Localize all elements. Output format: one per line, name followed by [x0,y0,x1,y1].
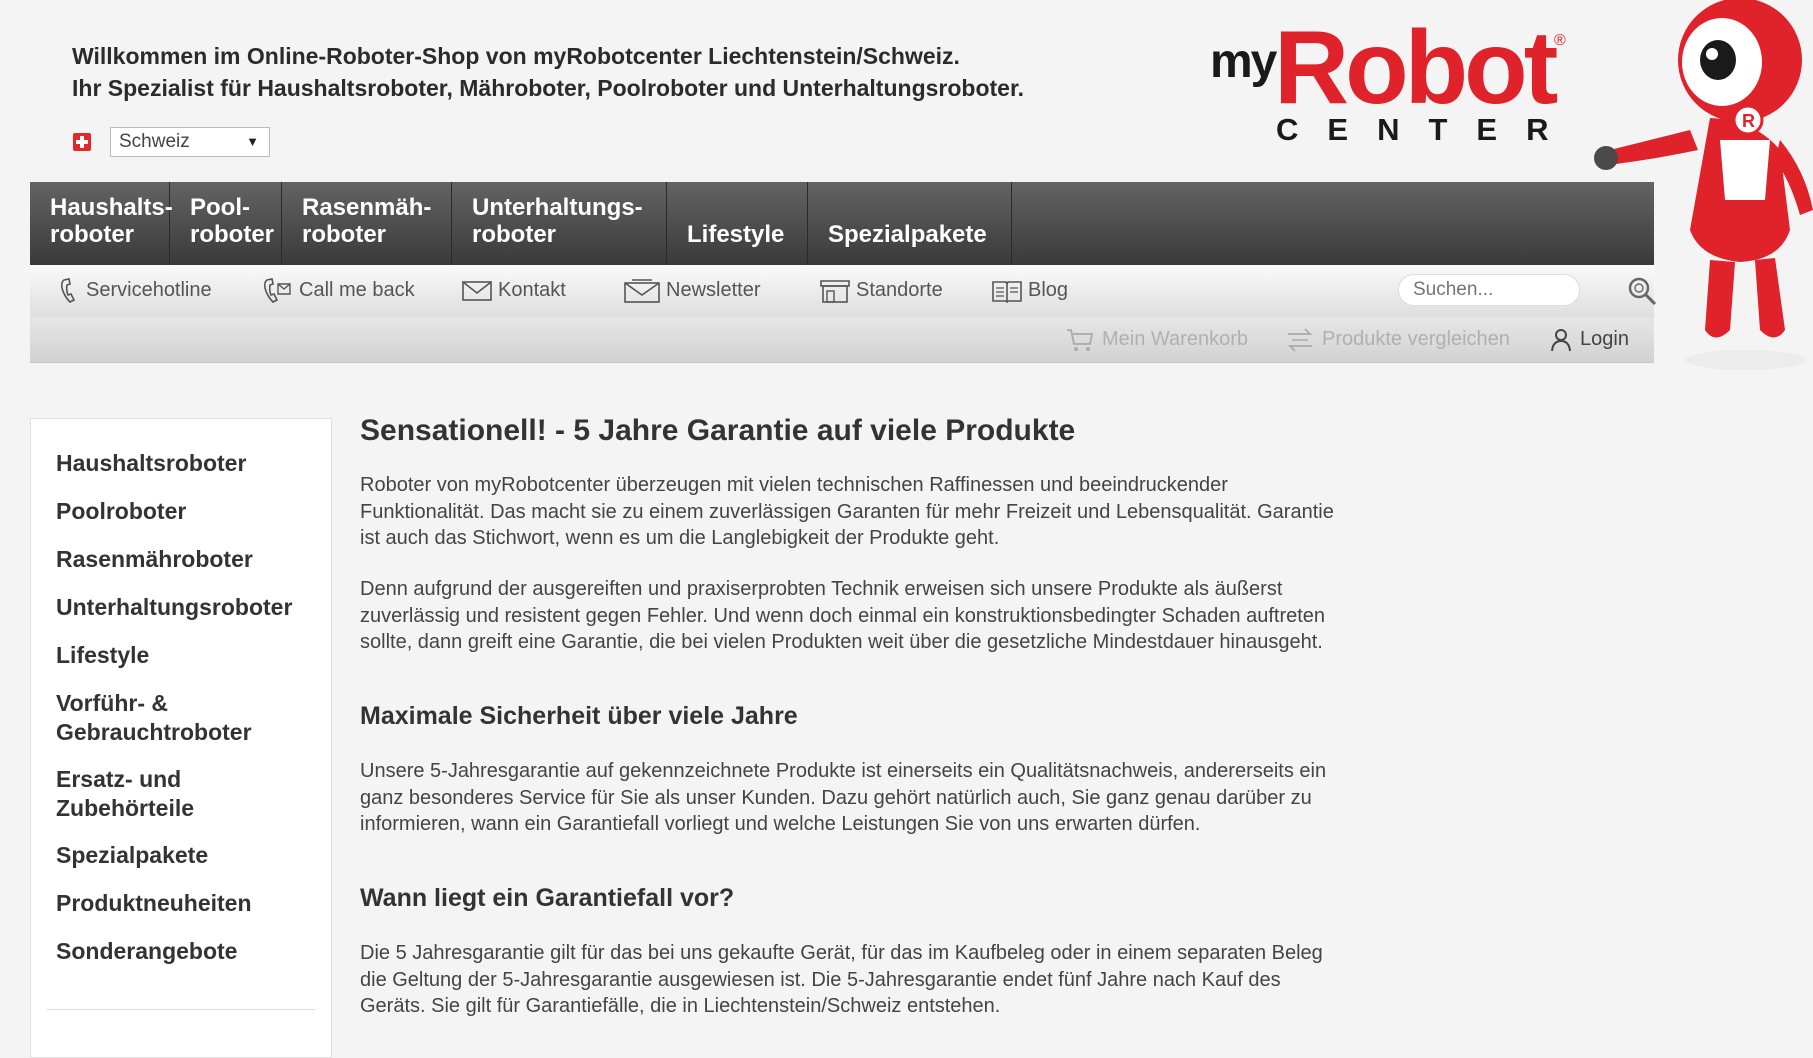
account-bar: Mein Warenkorb Produkte vergleichen Logi… [30,317,1654,363]
standorte-link[interactable]: Standorte [820,265,943,317]
country-selected-value: Schweiz [119,131,190,152]
book-icon [992,280,1022,303]
blog-link[interactable]: Blog [992,265,1068,317]
nav-label-line1: Unterhaltungs- [472,194,643,221]
phone-icon [60,277,76,303]
service-toolbar: Servicehotline Call me back Kontakt News… [30,265,1657,317]
page-title: Sensationell! - 5 Jahre Garantie auf vie… [360,414,1076,447]
sidebar-item-ersatz-zubehoerteile[interactable]: Ersatz- und Zubehörteile [56,765,316,823]
nav-label-line2: roboter [190,221,274,248]
newsletter-label: Newsletter [666,279,761,301]
sidebar-item-sonderangebote[interactable]: Sonderangebote [56,937,316,966]
store-icon [820,279,850,303]
logo-robot: Robot [1274,10,1558,126]
sidebar-item-unterhaltungsroboter[interactable]: Unterhaltungsroboter [56,593,316,622]
nav-rasenmaehroboter[interactable]: Rasenmäh- roboter [282,182,452,265]
callmeback-link[interactable]: Call me back [263,265,415,317]
welcome-text: Willkommen im Online-Roboter-Shop von my… [72,40,1024,104]
nav-label-line1: Haushalts- [50,194,173,221]
compare-link[interactable]: Produkte vergleichen [1286,317,1510,362]
kontakt-label: Kontakt [498,279,566,301]
nav-label: Spezialpakete [828,221,987,248]
logo-my: my [1210,35,1277,88]
nav-label-line1: Rasenmäh- [302,194,432,221]
nav-label: Lifestyle [687,221,785,248]
sidebar-item-lifestyle[interactable]: Lifestyle [56,641,316,670]
callmeback-label: Call me back [299,279,415,301]
paragraph-2: Denn aufgrund der ausgereiften und praxi… [360,578,1326,653]
nav-label-line2: roboter [50,221,134,248]
nav-label-line1: Pool- [190,194,250,221]
nav-poolroboter[interactable]: Pool- roboter [170,182,282,265]
logo-center: CENTER [1276,112,1578,147]
sidebar-item-haushaltsroboter[interactable]: Haushaltsroboter [56,449,316,478]
swiss-flag-icon [73,133,91,151]
welcome-line-1: Willkommen im Online-Roboter-Shop von my… [72,43,960,69]
standorte-label: Standorte [856,279,943,301]
sidebar-item-rasenmaehroboter[interactable]: Rasenmähroboter [56,545,316,574]
paragraph-4: Die 5 Jahresgarantie gilt für das bei un… [360,942,1323,1017]
cart-label: Mein Warenkorb [1102,328,1248,350]
compare-icon [1287,328,1313,352]
search-icon[interactable] [1626,275,1658,307]
login-label: Login [1580,328,1629,350]
nav-unterhaltungsroboter[interactable]: Unterhaltungs- roboter [452,182,667,265]
cart-icon [1067,328,1094,351]
sidebar-divider [47,1009,315,1010]
paragraph-3: Unsere 5-Jahresgarantie auf gekennzeichn… [360,760,1327,835]
search-input[interactable] [1398,274,1580,306]
compare-label: Produkte vergleichen [1322,328,1510,350]
myrobotcenter-logo[interactable]: my Robot ® CENTER [1208,16,1578,150]
dropdown-arrow-icon: ▼ [246,134,259,149]
envelope-icon [462,280,492,301]
paragraph-1: Roboter von myRobotcenter überzeugen mit… [360,474,1334,549]
category-sidebar: Haushaltsroboter Poolroboter Rasenmährob… [30,418,332,1058]
welcome-line-2: Ihr Spezialist für Haushaltsroboter, Mäh… [72,75,1025,101]
country-select[interactable]: Schweiz ▼ [110,127,270,157]
nav-lifestyle[interactable]: Lifestyle [667,182,808,265]
nav-spezialpakete[interactable]: Spezialpakete [808,182,1012,265]
nav-label-line2: roboter [472,221,556,248]
sidebar-item-poolroboter[interactable]: Poolroboter [56,497,316,526]
cart-link[interactable]: Mein Warenkorb [1066,317,1248,362]
kontakt-link[interactable]: Kontakt [462,265,566,317]
login-link[interactable]: Login [1550,317,1629,362]
servicehotline-link[interactable]: Servicehotline [60,265,212,317]
nav-label-line2: roboter [302,221,386,248]
logo-registered: ® [1554,32,1566,49]
user-icon [1551,328,1571,351]
nav-haushaltsroboter[interactable]: Haushalts- roboter [30,182,173,265]
sidebar-item-produktneuheiten[interactable]: Produktneuheiten [56,889,316,918]
callback-phone-icon [263,277,291,303]
svg-text:R: R [1742,111,1755,131]
blog-label: Blog [1028,279,1069,301]
section-heading-sicherheit: Maximale Sicherheit über viele Jahre [360,702,798,730]
newsletter-link[interactable]: Newsletter [624,265,760,317]
newsletter-envelope-icon [624,279,660,303]
main-nav: Haushalts- roboter Pool- roboter Rasenmä… [30,182,1654,265]
sidebar-item-vorfuehr-gebrauchtroboter[interactable]: Vorführ- & Gebrauchtroboter [56,689,316,747]
section-heading-garantiefall: Wann liegt ein Garantiefall vor? [360,884,735,912]
servicehotline-label: Servicehotline [86,279,212,301]
sidebar-item-spezialpakete[interactable]: Spezialpakete [56,841,316,870]
